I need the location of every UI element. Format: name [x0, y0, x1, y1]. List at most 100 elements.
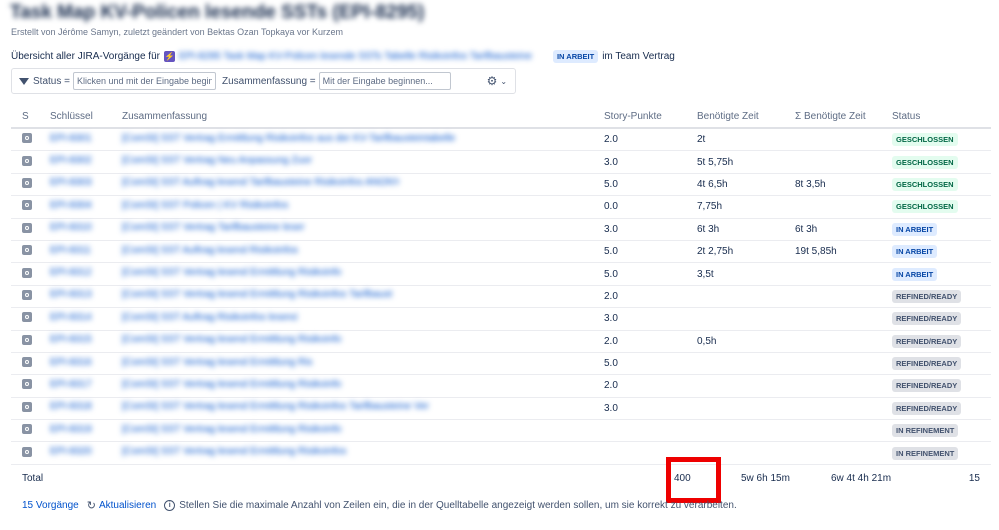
story-points-cell: 3.0 [604, 397, 697, 421]
sum-time-spent-cell [795, 330, 892, 353]
sum-time-spent-cell [795, 285, 892, 309]
sum-time-spent-cell [795, 441, 892, 465]
table-row[interactable]: EPI-8311 [ComSt] SST Auftrag lesend Risik… [11, 240, 991, 264]
issue-key-link[interactable]: EPI-8318 [50, 401, 98, 412]
issue-summary-link[interactable]: [ComSt] SST Vertrag lesend Ermittlung Ri… [122, 379, 341, 390]
story-type-icon [22, 200, 32, 211]
status-filter-input[interactable] [72, 72, 216, 90]
col-header-time-spent[interactable]: Benötigte Zeit [697, 106, 795, 129]
story-points-cell: 5.0 [604, 262, 697, 286]
story-points-cell: 2.0 [604, 128, 697, 152]
status-filter-label: Status = [33, 75, 70, 87]
refresh-icon[interactable]: ↻ [87, 499, 96, 512]
table-row[interactable]: EPI-8312 [ComSt] SST Vertrag lesend Ermit… [11, 262, 991, 286]
status-badge: IN ARBEIT [892, 245, 938, 259]
highlight-annotation-box [666, 457, 721, 503]
epic-link[interactable]: EPI-8295 Task Map KV-Policen lesende SST… [179, 51, 549, 62]
issue-type-cell [11, 150, 50, 174]
issue-summary-link[interactable]: [ComSt] SST Vertrag lesend Ermittlung Ri… [122, 401, 429, 412]
sum-time-spent-cell [795, 352, 892, 376]
refresh-link[interactable]: Aktualisieren [99, 500, 156, 511]
issue-summary-link[interactable]: [ComSt] SST Vertrag lesend Ermittlung Ri… [122, 289, 392, 300]
issue-summary-link[interactable]: [ComSt] SST Policen | KV Risikoinfos Erm… [122, 200, 290, 211]
table-row[interactable]: EPI-8320 [ComSt] SST Vertrag lesend Ermit… [11, 441, 991, 465]
summary-filter-input[interactable] [318, 72, 451, 90]
issue-key-link[interactable]: EPI-8316 [50, 357, 98, 368]
col-header-status[interactable]: Status [892, 106, 991, 129]
issue-key-link[interactable]: EPI-8319 [50, 424, 98, 435]
story-type-icon [22, 312, 32, 323]
issue-summary-link[interactable]: [ComSt] SST Vertrag lesend Ermittlung Ri… [122, 357, 312, 368]
issue-key-link[interactable]: EPI-8310 [50, 222, 98, 233]
table-row[interactable]: EPI-8314 [ComSt] SST Auftrag Risikoinfos … [11, 307, 991, 331]
issues-table: S Schlüssel Zusammenfassung Story-Punkte… [11, 106, 991, 493]
issue-type-cell [11, 173, 50, 197]
issue-summary-link[interactable]: [ComSt] SST Vertrag lesend Ermittlung Ri… [122, 267, 341, 278]
issue-summary-link[interactable]: [ComSt] SST Vertrag Neu Anpassung Zuordn… [122, 155, 312, 166]
filter-bar: Status = Zusammenfassung = ⚙ ⌄ [11, 68, 516, 94]
overview-suffix: im Team Vertrag [602, 51, 675, 62]
issue-summary-link[interactable]: [ComSt] SST Vertrag Tarifbausteine lesen… [122, 222, 305, 233]
issue-type-cell [11, 240, 50, 264]
time-spent-cell: 5t 5,75h [697, 150, 795, 174]
issue-key-link[interactable]: EPI-8303 [50, 177, 98, 188]
issue-key-link[interactable]: EPI-8317 [50, 379, 98, 390]
issue-count-link[interactable]: 15 Vorgänge [22, 500, 79, 511]
story-type-icon [22, 289, 32, 300]
issue-summary-link[interactable]: [ComSt] SST Auftrag Risikoinfos lesend u… [122, 312, 297, 323]
table-row[interactable]: EPI-8303 [ComSt] SST Auftrag lesend Tarif… [11, 173, 991, 197]
table-row[interactable]: EPI-8319 [ComSt] SST Vertrag lesend Ermit… [11, 419, 991, 443]
sum-time-spent-cell [795, 150, 892, 174]
story-type-icon [22, 245, 32, 256]
col-header-type[interactable]: S [11, 106, 50, 129]
story-points-cell: 0.0 [604, 195, 697, 219]
issue-key-link[interactable]: EPI-8313 [50, 289, 98, 300]
issue-key-link[interactable]: EPI-8314 [50, 312, 98, 323]
table-row[interactable]: EPI-8316 [ComSt] SST Vertrag lesend Ermit… [11, 352, 991, 376]
chevron-down-icon: ⌄ [500, 76, 508, 86]
issue-key-link[interactable]: EPI-8304 [50, 200, 98, 211]
time-spent-cell: 3,5t [697, 262, 795, 286]
issue-key-link[interactable]: EPI-8301 [50, 133, 98, 144]
table-row[interactable]: EPI-8317 [ComSt] SST Vertrag lesend Ermit… [11, 374, 991, 398]
col-header-sum-time-spent[interactable]: Σ Benötigte Zeit [795, 106, 892, 129]
page-title: Task Map KV-Policen lesende SSTs (EPI-82… [10, 2, 425, 23]
issue-summary-link[interactable]: [ComSt] SST Vertrag lesend Ermittlung Ri… [122, 334, 341, 345]
issue-summary-link[interactable]: [ComSt] SST Vertrag lesend Ermittlung Ri… [122, 446, 348, 457]
issue-summary-link[interactable]: [ComSt] SST Vertrag Ermittlung Risikoinf… [122, 133, 455, 144]
issue-key-link[interactable]: EPI-8315 [50, 334, 98, 345]
table-row[interactable]: EPI-8302 [ComSt] SST Vertrag Neu Anpassun… [11, 150, 991, 174]
issue-key-link[interactable]: EPI-8302 [50, 155, 98, 166]
status-badge: IN REFINEMENT [892, 424, 959, 438]
story-points-cell: 3.0 [604, 218, 697, 241]
issue-key-link[interactable]: EPI-8312 [50, 267, 98, 278]
time-spent-cell [697, 397, 795, 421]
issue-summary-link[interactable]: [ComSt] SST Auftrag lesend Risikoinfos [122, 245, 298, 256]
col-header-story-points[interactable]: Story-Punkte [604, 106, 697, 129]
table-row[interactable]: EPI-8313 [ComSt] SST Vertrag lesend Ermit… [11, 285, 991, 309]
settings-menu-button[interactable]: ⚙ ⌄ [487, 74, 507, 88]
story-type-icon [22, 155, 32, 166]
time-spent-cell: 4t 6,5h [697, 173, 795, 197]
table-row[interactable]: EPI-8318 [ComSt] SST Vertrag lesend Ermit… [11, 397, 991, 421]
col-header-key[interactable]: Schlüssel [50, 106, 122, 129]
time-spent-cell [697, 285, 795, 309]
table-row[interactable]: EPI-8304 [ComSt] SST Policen | KV Risikoi… [11, 195, 991, 219]
epic-icon: ⚡ [163, 51, 175, 62]
status-badge: GESCHLOSSEN [892, 155, 958, 169]
issue-type-cell [11, 419, 50, 443]
issue-key-link[interactable]: EPI-8320 [50, 446, 98, 457]
status-badge: REFINED/READY [892, 379, 962, 393]
col-header-summary[interactable]: Zusammenfassung [122, 106, 604, 129]
issue-summary-link[interactable]: [ComSt] SST Vertrag lesend Ermittlung Ri… [122, 424, 341, 435]
issue-key-link[interactable]: EPI-8311 [50, 245, 98, 256]
time-spent-cell: 7,75h [697, 195, 795, 219]
table-row[interactable]: EPI-8310 [ComSt] SST Vertrag Tarifbaustei… [11, 218, 991, 241]
table-row[interactable]: EPI-8301 [ComSt] SST Vertrag Ermittlung R… [11, 128, 991, 152]
table-row[interactable]: EPI-8315 [ComSt] SST Vertrag lesend Ermit… [11, 330, 991, 353]
issue-type-cell [11, 262, 50, 286]
time-spent-cell: 0,5h [697, 330, 795, 353]
time-spent-cell: 2t [697, 128, 795, 152]
gear-icon: ⚙ [486, 74, 498, 88]
issue-summary-link[interactable]: [ComSt] SST Auftrag lesend Tarifbaustein… [122, 177, 399, 188]
